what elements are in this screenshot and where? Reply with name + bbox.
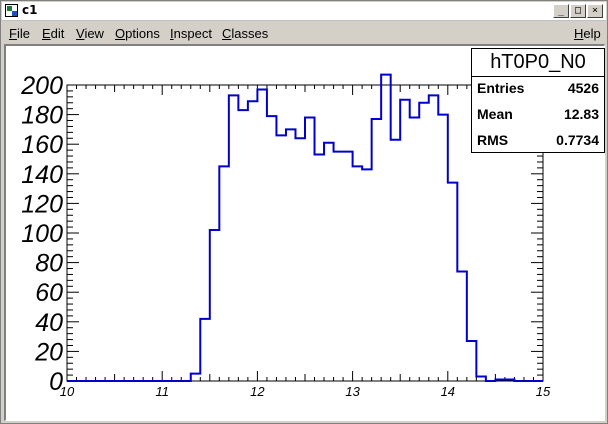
x-tick-label: 14 xyxy=(441,384,455,399)
entries-value: 4526 xyxy=(567,80,599,96)
mean-value: 12.83 xyxy=(563,106,599,122)
y-tick-label: 200 xyxy=(20,72,63,100)
entries-label: Entries xyxy=(477,80,525,96)
y-tick-label: 160 xyxy=(21,131,63,159)
x-tick-label: 10 xyxy=(60,384,75,399)
y-tick-label: 80 xyxy=(35,250,63,278)
stats-box[interactable]: hT0P0_N0 Entries 4526 Mean 12.83 RMS 0.7… xyxy=(471,48,605,153)
mean-label: Mean xyxy=(477,106,513,122)
y-tick-label: 100 xyxy=(21,220,63,248)
x-tick-label: 12 xyxy=(250,384,265,399)
y-tick-labels: 020406080100120140160180200 xyxy=(20,72,63,396)
x-tick-label: 15 xyxy=(536,384,551,399)
stats-row-entries: Entries 4526 xyxy=(472,78,604,100)
stats-histogram-name: hT0P0_N0 xyxy=(472,49,604,77)
y-tick-label: 40 xyxy=(35,309,63,337)
stats-row-mean: Mean 12.83 xyxy=(472,104,604,126)
y-tick-label: 60 xyxy=(35,279,63,307)
y-tick-label: 120 xyxy=(21,190,63,218)
rms-label: RMS xyxy=(477,132,509,148)
y-tick-label: 180 xyxy=(21,102,63,130)
stats-row-rms: RMS 0.7734 xyxy=(472,130,604,152)
x-tick-label: 11 xyxy=(155,384,169,399)
root-canvas-window: c1 _ □ × File Edit View Options Inspect … xyxy=(0,0,608,424)
x-tick-label: 13 xyxy=(345,384,360,399)
y-tick-label: 140 xyxy=(21,161,63,189)
y-tick-label: 20 xyxy=(34,338,63,366)
x-tick-labels: 10 11 12 13 14 15 xyxy=(60,384,551,399)
rms-value: 0.7734 xyxy=(556,132,599,148)
